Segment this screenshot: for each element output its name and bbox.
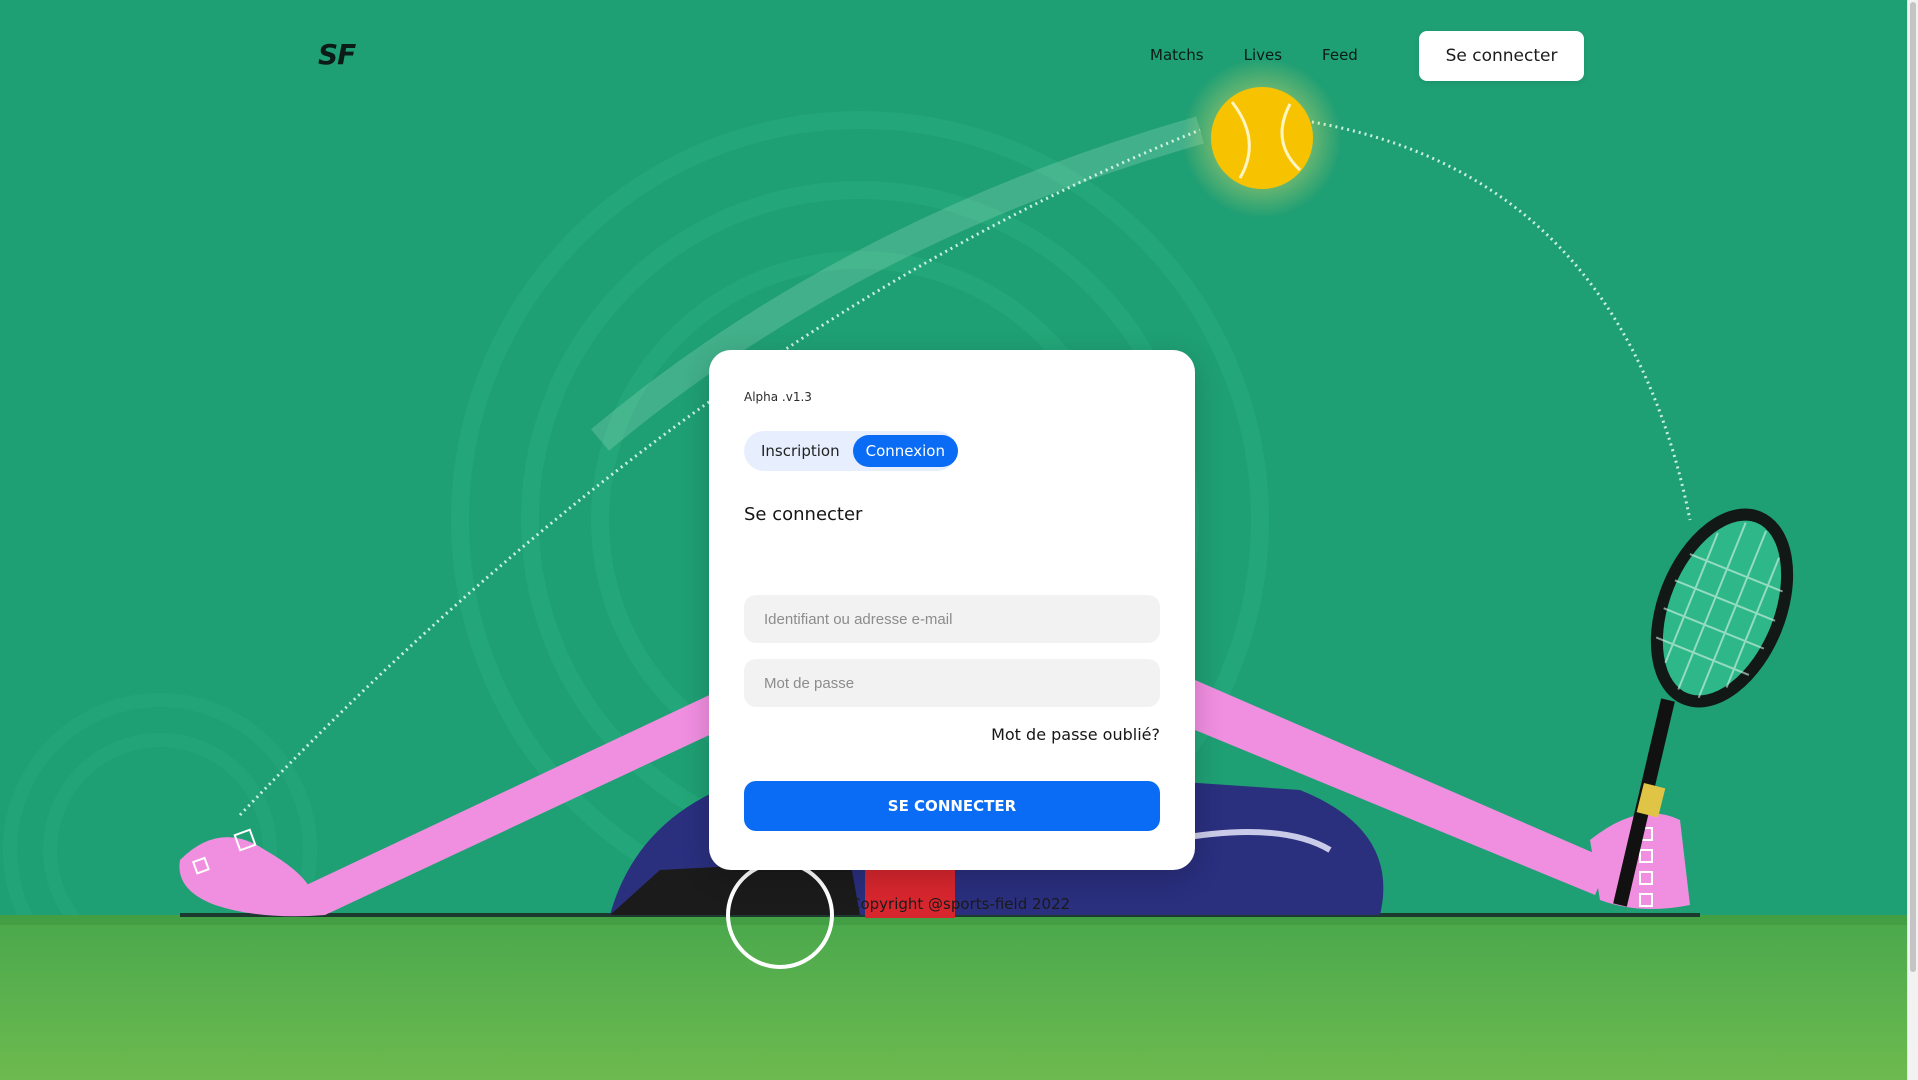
submit-login-button[interactable]: SE CONNECTER: [744, 781, 1160, 831]
version-label: Alpha .v1.3: [744, 390, 812, 404]
password-input[interactable]: [744, 659, 1160, 707]
tab-inscription[interactable]: Inscription: [748, 435, 853, 467]
page-scrollbar[interactable]: [1907, 0, 1918, 1080]
copyright-text: Copyright @sports-field 2022: [850, 895, 1071, 913]
form-title: Se connecter: [744, 504, 863, 525]
username-input[interactable]: [744, 595, 1160, 643]
nav-link-matchs[interactable]: Matchs: [1150, 46, 1204, 64]
login-card: Alpha .v1.3 Inscription Connexion Se con…: [709, 350, 1195, 870]
nav-link-lives[interactable]: Lives: [1244, 46, 1282, 64]
scrollbar-thumb[interactable]: [1910, 2, 1916, 972]
nav-link-feed[interactable]: Feed: [1322, 46, 1358, 64]
tab-connexion[interactable]: Connexion: [852, 435, 958, 467]
top-navbar: SF Matchs Lives Feed Se connecter: [0, 0, 1908, 112]
auth-tabs: Inscription Connexion: [744, 431, 958, 471]
page: SF Matchs Lives Feed Se connecter Alpha …: [0, 0, 1918, 1080]
forgot-password-link[interactable]: Mot de passe oublié?: [991, 725, 1160, 744]
nav-links: Matchs Lives Feed: [1150, 30, 1398, 80]
nav-login-button[interactable]: Se connecter: [1419, 31, 1584, 81]
logo[interactable]: SF: [318, 38, 356, 71]
